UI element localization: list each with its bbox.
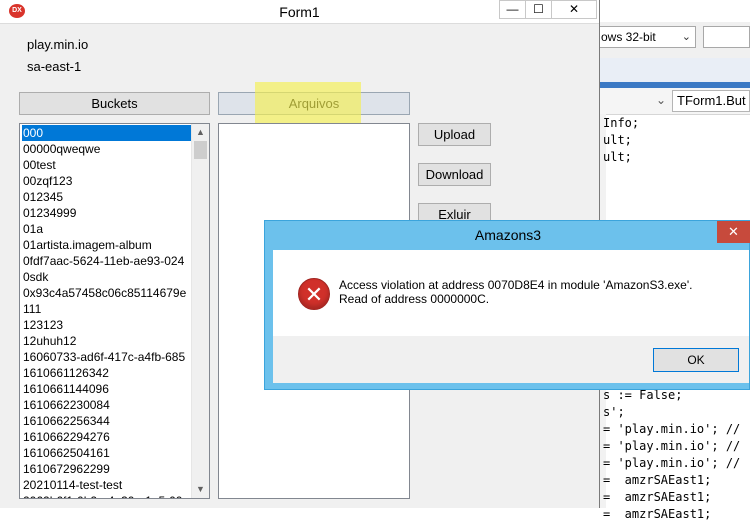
list-item[interactable]: 12uhuh12 [22,333,195,349]
vertical-scrollbar[interactable]: ▲ ▼ [191,124,209,498]
form1-titlebar[interactable]: DX Form1 — ☐ ✕ [0,0,599,24]
code-line: = amzrSAEast1; [603,507,712,521]
list-item[interactable]: 1610661126342 [22,365,195,381]
method-navigator[interactable]: TForm1.But [672,90,750,112]
list-item[interactable]: 1610662230084 [22,397,195,413]
code-line: Info; [603,116,640,130]
scroll-up-icon[interactable]: ▲ [192,124,209,141]
error-message: Access violation at address 0070D8E4 in … [339,278,693,306]
list-item[interactable]: 1610661144096 [22,381,195,397]
list-item[interactable]: 0x93c4a57458c06c85114679e [22,285,195,301]
buckets-button[interactable]: Buckets [19,92,210,115]
ide-combo-2[interactable] [703,26,750,48]
error-dialog: Amazons3 ✕ ✕ Access violation at address… [264,220,750,390]
close-button[interactable]: ✕ [551,0,597,19]
list-item[interactable]: 1610672962299 [22,461,195,477]
error-icon: ✕ [298,278,330,310]
download-button[interactable]: Download [418,163,491,186]
region-label: sa-east-1 [27,59,82,74]
code-line: = 'play.min.io'; // [603,456,741,470]
dialog-body: ✕ Access violation at address 0070D8E4 i… [273,250,749,336]
list-item[interactable]: 123123 [22,317,195,333]
annotation-highlight [255,82,361,124]
dialog-title: Amazons3 [474,227,542,243]
code-line: = amzrSAEast1; [603,473,712,487]
list-item[interactable]: 0fdf7aac-5624-11eb-ae93-024 [22,253,195,269]
code-line: ult; [603,133,632,147]
list-item[interactable]: 0sdk [22,269,195,285]
list-item[interactable]: 012345 [22,189,195,205]
list-item[interactable]: 1610662504161 [22,445,195,461]
list-item[interactable]: 1610662256344 [22,413,195,429]
platform-combo[interactable]: ows 32-bit ⌄ [598,26,696,48]
list-item[interactable]: 00000qweqwe [22,141,195,157]
list-item[interactable]: 01234999 [22,205,195,221]
list-item[interactable]: 01a [22,221,195,237]
list-item[interactable]: 00zqf123 [22,173,195,189]
buckets-listbox[interactable]: 000 00000qweqwe 00test 00zqf123 012345 0… [19,123,210,499]
list-item-selected[interactable]: 000 [22,125,195,141]
maximize-button[interactable]: ☐ [525,0,552,19]
code-line: = amzrSAEast1; [603,490,712,504]
endpoint-label: play.min.io [27,37,89,52]
chevron-down-icon: ⌄ [681,31,691,43]
list-item[interactable]: 16060733-ad6f-417c-a4fb-685 [22,349,195,365]
code-line: = 'play.min.io'; // [603,422,741,436]
list-item[interactable]: 1610662294276 [22,429,195,445]
dialog-close-button[interactable]: ✕ [717,221,750,243]
scroll-down-icon[interactable]: ▼ [192,481,209,498]
scrollbar-thumb[interactable] [194,141,207,159]
list-item[interactable]: 2062b6f1-0b2a-4a30-a1e5-00 [22,493,195,498]
code-line: s'; [603,405,625,419]
code-line: ult; [603,150,632,164]
platform-combo-label: ows 32-bit [601,30,656,44]
list-item[interactable]: 20210114-test-test [22,477,195,493]
list-item[interactable]: 01artista.imagem-album [22,237,195,253]
chevron-down-icon[interactable]: ⌄ [656,93,666,107]
minimize-button[interactable]: — [499,0,526,19]
list-item[interactable]: 00test [22,157,195,173]
list-item[interactable]: 111 [22,301,195,317]
dialog-footer: OK [273,336,749,383]
code-line: = 'play.min.io'; // [603,439,741,453]
ide-tab-band [600,58,750,83]
upload-button[interactable]: Upload [418,123,491,146]
ok-button[interactable]: OK [653,348,739,372]
